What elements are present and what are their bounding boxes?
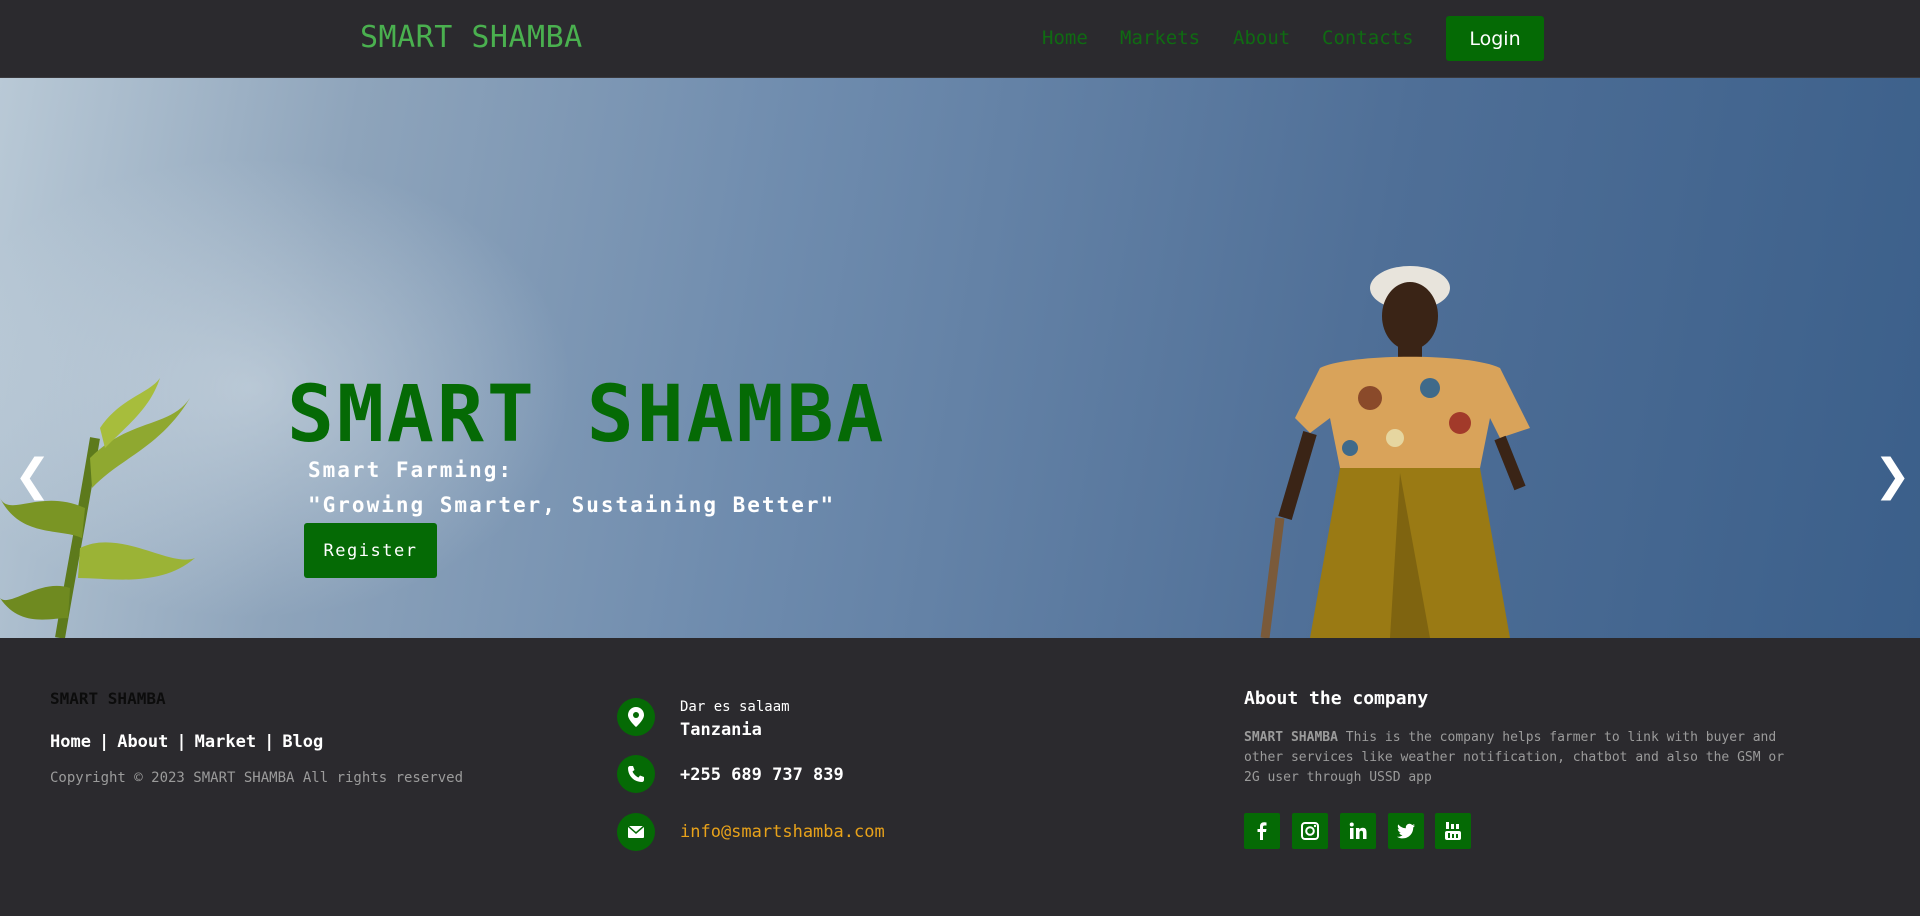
footer-link-separator: | bbox=[98, 732, 110, 752]
location-pin-icon bbox=[617, 698, 655, 736]
twitter-icon[interactable] bbox=[1388, 813, 1424, 849]
footer-links: Home | About | Market | Blog bbox=[50, 732, 323, 752]
about-company-title: About the company bbox=[1244, 688, 1429, 709]
youtube-icon[interactable] bbox=[1435, 813, 1471, 849]
footer-link-home[interactable]: Home bbox=[50, 732, 91, 752]
envelope-icon bbox=[617, 813, 655, 851]
address-country: Tanzania bbox=[680, 720, 762, 740]
farmer-woman-image bbox=[1260, 266, 1530, 638]
linkedin-icon[interactable] bbox=[1340, 813, 1376, 849]
carousel-next-arrow[interactable]: ❯ bbox=[1874, 450, 1911, 501]
about-company-brand: SMART SHAMBA bbox=[1244, 730, 1338, 745]
footer: SMART SHAMBA Home | About | Market | Blog Copy… bbox=[0, 638, 1920, 916]
facebook-icon[interactable] bbox=[1244, 813, 1280, 849]
nav-about[interactable]: About bbox=[1233, 27, 1290, 49]
hero-carousel: ❮ ❯ bbox=[0, 78, 1920, 638]
email-link[interactable]: info@smartshamba.com bbox=[680, 822, 885, 842]
footer-link-separator: | bbox=[176, 732, 187, 752]
brand-logo[interactable]: SMART SHAMBA bbox=[360, 20, 583, 55]
maize-plant-image bbox=[0, 378, 195, 638]
register-button[interactable]: Register bbox=[304, 523, 437, 578]
phone-icon bbox=[617, 755, 655, 793]
nav-markets[interactable]: Markets bbox=[1120, 27, 1200, 49]
login-button[interactable]: Login bbox=[1446, 16, 1544, 61]
footer-link-separator: | bbox=[264, 732, 275, 752]
top-navbar: SMART SHAMBA Home Markets About Contacts… bbox=[0, 0, 1920, 78]
nav-home[interactable]: Home bbox=[1042, 27, 1088, 49]
hero-subtitle-line1: Smart Farming: bbox=[308, 458, 514, 482]
phone-number: +255 689 737 839 bbox=[680, 765, 844, 785]
footer-link-market[interactable]: Market bbox=[195, 732, 256, 752]
copyright-text: Copyright © 2023 SMART SHAMBA All rights… bbox=[50, 770, 464, 786]
about-company-text: SMART SHAMBA This is the company helps f… bbox=[1244, 728, 1799, 788]
hero-subtitle-line2: "Growing Smarter, Sustaining Better" bbox=[308, 493, 836, 517]
carousel-prev-arrow[interactable]: ❮ bbox=[14, 450, 51, 501]
instagram-icon[interactable] bbox=[1292, 813, 1328, 849]
nav-contacts[interactable]: Contacts bbox=[1322, 27, 1414, 49]
hero-title: SMART SHAMBA bbox=[287, 370, 887, 460]
footer-brand: SMART SHAMBA bbox=[50, 689, 166, 708]
footer-link-blog[interactable]: Blog bbox=[282, 732, 323, 752]
address-city: Dar es salaam bbox=[680, 699, 790, 715]
footer-link-about[interactable]: About bbox=[117, 732, 168, 752]
